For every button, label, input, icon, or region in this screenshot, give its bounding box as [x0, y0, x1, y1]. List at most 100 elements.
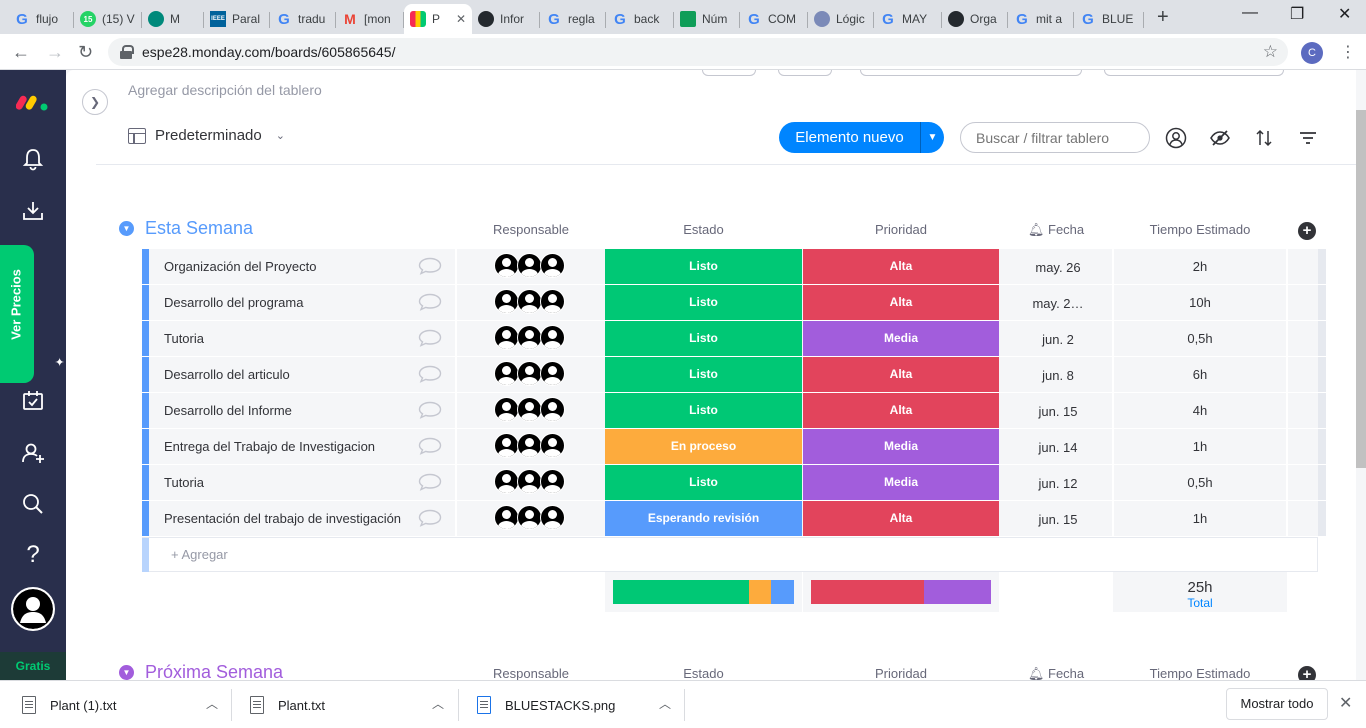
conversation-icon[interactable]	[418, 257, 442, 275]
time-estimate-cell[interactable]: 0,5h	[1114, 465, 1286, 500]
priority-cell[interactable]: Alta	[803, 357, 999, 392]
browser-tab[interactable]: Gregla	[540, 4, 606, 34]
table-row[interactable]: Tutoria Listo Media jun. 12 0,5h	[142, 465, 1326, 501]
hide-eye-icon[interactable]	[1208, 126, 1232, 150]
priority-cell[interactable]: Alta	[803, 249, 999, 284]
priority-cell[interactable]: Media	[803, 429, 999, 464]
user-avatar[interactable]	[11, 587, 55, 631]
item-name[interactable]: Entrega del Trabajo de Investigacion	[164, 429, 375, 464]
priority-cell[interactable]: Alta	[803, 393, 999, 428]
date-cell[interactable]: jun. 2	[1000, 321, 1116, 356]
browser-tab[interactable]: M [mon	[336, 4, 404, 34]
minimize-button[interactable]: —	[1242, 4, 1258, 22]
conversation-icon[interactable]	[418, 509, 442, 527]
status-cell[interactable]: Listo	[605, 465, 802, 500]
person-filter-icon[interactable]	[1164, 126, 1188, 150]
column-header-owner[interactable]: Responsable	[458, 222, 604, 237]
close-window-button[interactable]: ✕	[1338, 4, 1351, 24]
new-tab-button[interactable]: +	[1157, 6, 1169, 29]
view-selector[interactable]: Predeterminado ⌄	[128, 127, 285, 144]
item-name[interactable]: Presentación del trabajo de investigació…	[164, 501, 401, 536]
forward-arrow-icon[interactable]: →	[46, 42, 64, 62]
time-estimate-cell[interactable]: 0,5h	[1114, 321, 1286, 356]
board-header-button[interactable]	[778, 70, 832, 76]
table-row[interactable]: Desarrollo del articulo Listo Alta jun. 8 6h	[142, 357, 1326, 393]
board-header-button[interactable]	[860, 70, 1082, 76]
date-cell[interactable]: jun. 12	[1000, 465, 1116, 500]
ver-precios-button[interactable]: Ver Precios ✦	[0, 245, 67, 383]
time-estimate-cell[interactable]: 2h	[1114, 249, 1286, 284]
browser-tab[interactable]: Lógic	[808, 4, 874, 34]
status-cell[interactable]: Listo	[605, 285, 802, 320]
column-header-priority[interactable]: Prioridad	[803, 666, 999, 681]
date-cell[interactable]: jun. 14	[1000, 429, 1116, 464]
item-name[interactable]: Desarrollo del Informe	[164, 393, 292, 428]
priority-distribution-bar[interactable]	[811, 580, 991, 604]
conversation-icon[interactable]	[418, 437, 442, 455]
invite-user-icon[interactable]	[20, 440, 46, 466]
status-cell[interactable]: Esperando revisión	[605, 501, 802, 536]
browser-tab[interactable]: 15 (15) V	[74, 4, 142, 34]
column-header-owner[interactable]: Responsable	[458, 666, 604, 681]
browser-tab[interactable]: Gmit a	[1008, 4, 1074, 34]
conversation-icon[interactable]	[418, 401, 442, 419]
profile-avatar[interactable]: C	[1301, 42, 1323, 64]
browser-tab[interactable]: IEEE Paral	[204, 4, 270, 34]
date-cell[interactable]: may. 26	[1000, 249, 1116, 284]
item-name[interactable]: Tutoria	[164, 465, 204, 500]
priority-cell[interactable]: Alta	[803, 501, 999, 536]
sort-icon[interactable]	[1252, 126, 1276, 150]
date-cell[interactable]: may. 2…	[1000, 285, 1116, 320]
time-estimate-cell[interactable]: 6h	[1114, 357, 1286, 392]
board-search-input[interactable]	[960, 122, 1150, 153]
conversation-icon[interactable]	[418, 293, 442, 311]
board-header-button[interactable]	[1104, 70, 1284, 76]
browser-tab[interactable]: P ✕	[404, 4, 472, 34]
conversation-icon[interactable]	[418, 329, 442, 347]
status-cell[interactable]: Listo	[605, 249, 802, 284]
browser-tab[interactable]: G COM	[740, 4, 808, 34]
board-description[interactable]: Agregar descripción del tablero	[128, 82, 322, 98]
browser-tab[interactable]: G BLUE	[1074, 4, 1144, 34]
conversation-icon[interactable]	[418, 365, 442, 383]
time-estimate-cell[interactable]: 1h	[1114, 429, 1286, 464]
scrollbar[interactable]	[1356, 110, 1366, 468]
browser-tab[interactable]: Gflujo	[8, 4, 74, 34]
filter-icon[interactable]	[1296, 126, 1320, 150]
browser-tab[interactable]: Gtradu	[270, 4, 336, 34]
board-header-button[interactable]	[702, 70, 756, 76]
column-header-date[interactable]: 🔔︎ Fecha	[1000, 222, 1112, 238]
download-item[interactable]: BLUESTACKS.png ︿	[477, 681, 671, 728]
item-name[interactable]: Desarrollo del articulo	[164, 357, 290, 392]
calendar-check-icon[interactable]	[20, 388, 46, 414]
new-item-button[interactable]: Elemento nuevo ▼	[779, 122, 944, 153]
column-header-priority[interactable]: Prioridad	[803, 222, 999, 237]
plan-badge[interactable]: Gratis	[0, 652, 66, 680]
column-header-time[interactable]: Tiempo Estimado	[1113, 666, 1287, 681]
table-row[interactable]: Tutoria Listo Media jun. 2 0,5h	[142, 321, 1326, 357]
owner-cell[interactable]	[494, 361, 566, 388]
column-header-status[interactable]: Estado	[605, 222, 802, 237]
owner-cell[interactable]	[494, 325, 566, 352]
add-column-button[interactable]: +	[1298, 222, 1316, 240]
chevron-up-icon[interactable]: ︿	[659, 695, 671, 712]
table-row[interactable]: Organización del Proyecto Listo Alta may. 2…	[142, 249, 1326, 285]
chevron-down-icon[interactable]: ▼	[920, 122, 944, 153]
column-header-status[interactable]: Estado	[605, 666, 802, 681]
group-title[interactable]: Esta Semana	[145, 218, 253, 239]
owner-cell[interactable]	[494, 433, 566, 460]
chevron-up-icon[interactable]: ︿	[432, 695, 444, 712]
owner-cell[interactable]	[494, 289, 566, 316]
browser-tab[interactable]: Núm	[674, 4, 740, 34]
browser-tab[interactable]: Gback	[606, 4, 674, 34]
owner-cell[interactable]	[494, 469, 566, 496]
status-distribution-bar[interactable]	[613, 580, 794, 604]
table-row[interactable]: Desarrollo del programa Listo Alta may. 2… 1…	[142, 285, 1326, 321]
browser-menu-icon[interactable]: ⋮	[1340, 42, 1356, 62]
close-tab-icon[interactable]: ✕	[456, 12, 466, 26]
group-collapse-toggle[interactable]: ▼	[119, 221, 134, 236]
table-row[interactable]: Entrega del Trabajo de Investigacion En p…	[142, 429, 1326, 465]
download-item[interactable]: Plant.txt ︿	[250, 681, 444, 728]
priority-cell[interactable]: Media	[803, 465, 999, 500]
inbox-download-icon[interactable]	[20, 198, 46, 224]
